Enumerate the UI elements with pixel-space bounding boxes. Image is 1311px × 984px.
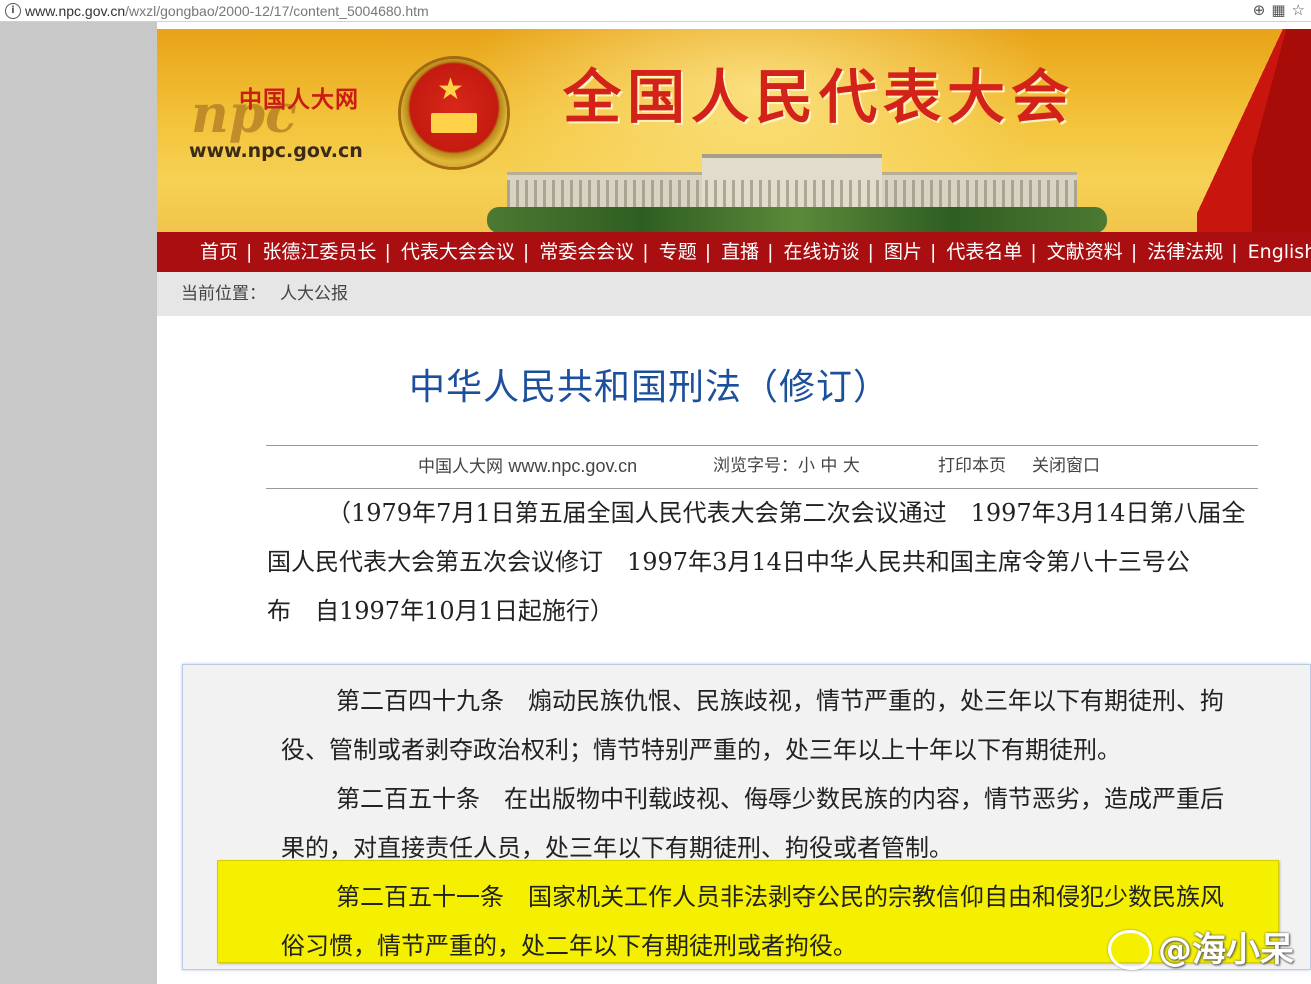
nav-item[interactable]: 直播 | [721,232,783,272]
site-banner: npc 中国人大网 www.npc.gov.cn ★ 全国人民代表大会 [157,29,1311,232]
font-size-control: 浏览字号：小 中 大 [713,446,860,486]
intro-line-2: 国人民代表大会第五次会议修订 1997年3月14日中华人民共和国主席令第八十三号… [267,548,1190,576]
article-title: 中华人民共和国刑法（修订） [409,367,891,408]
nav-separator: | [1030,241,1037,263]
logo-text[interactable]: 中国人大网 [239,87,359,113]
info-icon[interactable]: i [5,3,21,19]
nav-item-label[interactable]: 法律法规 [1147,241,1223,263]
breadcrumb-current[interactable]: 人大公报 [280,272,348,316]
site-title: 全国人民代表大会 [563,63,1076,131]
address-bar-tools: ⊕ ▦ ☆ [1253,1,1305,19]
print-link[interactable]: 打印本页 [938,446,1006,486]
logo-url[interactable]: www.npc.gov.cn [189,140,363,162]
nav-item-label[interactable]: 常委会会议 [539,241,634,263]
nav-item[interactable]: 图片 | [884,232,946,272]
nav-separator: | [1130,241,1138,263]
font-size-large[interactable]: 大 [843,456,860,476]
nav-item[interactable]: 张德江委员长 | [262,232,400,272]
nav-separator: | [384,241,391,263]
red-flag-fold [1252,29,1311,232]
weibo-icon [1108,930,1152,970]
nav-item-label[interactable]: 直播 [721,241,759,263]
article-251-line-2: 俗习惯，情节严重的，处二年以下有期徒刑或者拘役。 [281,932,857,960]
nav-item[interactable]: 法律法规 | [1147,232,1247,272]
national-emblem-icon: ★ [401,59,507,167]
main-nav: 首页 | 张德江委员长 | 代表大会会议 | 常委会会议 | 专题 | 直播 | 在线访谈 | 图片 | 代表名… [157,232,1311,272]
left-gutter [0,22,157,984]
article-250-line-2: 果的，对直接责任人员，处三年以下有期徒刑、拘役或者管制。 [281,834,953,862]
nav-item[interactable]: 专题 | [659,232,721,272]
nav-item[interactable]: 首页 | [200,232,262,272]
nav-item-label[interactable]: 文献资料 [1047,241,1123,263]
zoom-icon[interactable]: ⊕ [1253,1,1266,19]
nav-separator: | [704,241,712,263]
trees-image [487,207,1107,232]
article-249-line-2: 役、管制或者剥夺政治权利；情节特别严重的，处三年以上十年以下有期徒刑。 [281,736,1121,764]
article-251-line-1: 第二百五十一条 国家机关工作人员非法剥夺公民的宗教信仰自由和侵犯少数民族风 [336,883,1224,911]
nav-item[interactable]: 在线访谈 | [784,232,884,272]
nav-separator: | [522,241,530,263]
nav-item-label[interactable]: 张德江委员长 [262,241,376,263]
nav-separator: | [1231,241,1238,263]
nav-item-label[interactable]: 在线访谈 [784,241,860,263]
font-size-label: 浏览字号： [713,456,798,476]
address-bar[interactable]: i www.npc.gov.cn/wxzl/gongbao/2000-12/17… [0,0,1311,22]
intro-line-3: 布 自1997年10月1日起施行） [267,597,614,625]
nav-item-label[interactable]: 代表名单 [946,241,1022,263]
nav-separator: | [642,241,649,263]
close-window-link[interactable]: 关闭窗口 [1032,446,1100,486]
nav-item[interactable]: 代表名单 | [946,232,1046,272]
article-250-line-1: 第二百五十条 在出版物中刊载歧视、侮辱少数民族的内容，情节恶劣，造成严重后 [336,785,1224,813]
nav-separator: | [929,241,937,263]
nav-item-label[interactable]: English [1248,241,1311,263]
nav-item[interactable]: 文献资料 | [1047,232,1147,272]
nav-separator: | [767,241,774,263]
nav-item[interactable]: English [1248,232,1311,272]
article-249-line-1: 第二百四十九条 煽动民族仇恨、民族歧视，情节严重的，处三年以下有期徒刑、拘 [336,687,1224,715]
nav-separator: | [246,241,253,263]
breadcrumb-label: 当前位置： [181,284,266,304]
url-text[interactable]: www.npc.gov.cn/wxzl/gongbao/2000-12/17/c… [25,2,429,20]
nav-item[interactable]: 代表大会会议 | [401,232,539,272]
nav-separator: | [867,241,874,263]
article-source: 中国人大网 www.npc.gov.cn [418,456,638,477]
qr-code-icon[interactable]: ▦ [1271,1,1285,19]
nav-item-label[interactable]: 图片 [884,241,922,263]
watermark-text: @海小呆 [1158,930,1294,970]
nav-item[interactable]: 常委会会议 | [539,232,658,272]
intro-line-1: （1979年7月1日第五届全国人民代表大会第二次会议通过 1997年3月14日第… [327,499,1246,527]
nav-item-label[interactable]: 专题 [659,241,697,263]
font-size-medium[interactable]: 中 [820,456,837,476]
font-size-small[interactable]: 小 [798,456,815,476]
breadcrumb: 当前位置： 人大公报 [157,272,1311,316]
weibo-watermark: @海小呆 [1108,925,1294,975]
nav-item-label[interactable]: 代表大会会议 [401,241,515,263]
bookmark-star-icon[interactable]: ☆ [1292,1,1305,19]
nav-item-label[interactable]: 首页 [200,241,238,263]
